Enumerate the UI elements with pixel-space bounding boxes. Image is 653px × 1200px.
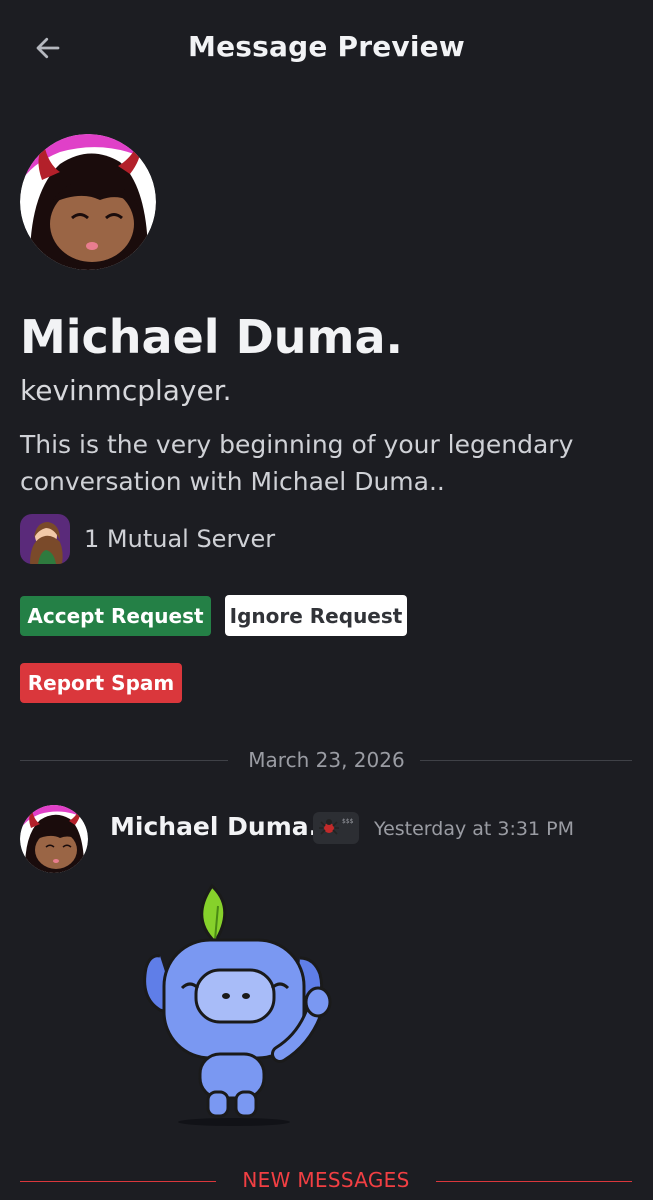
- mutual-servers-label: 1 Mutual Server: [84, 525, 276, 553]
- svg-text:$$$: $$$: [342, 818, 354, 825]
- message-author-avatar[interactable]: [20, 805, 88, 873]
- date-text: March 23, 2026: [234, 748, 419, 772]
- accept-request-button[interactable]: Accept Request: [20, 596, 211, 636]
- report-spam-button[interactable]: Report Spam: [20, 663, 182, 703]
- mutual-servers[interactable]: 1 Mutual Server: [20, 513, 275, 565]
- new-messages-divider: NEW MESSAGES: [20, 1168, 632, 1198]
- server-tag-badge[interactable]: $$$: [313, 812, 359, 844]
- username: kevinmcplayer.: [20, 374, 232, 407]
- spider-icon: $$$: [319, 818, 354, 835]
- ignore-request-button[interactable]: Ignore Request: [225, 595, 407, 636]
- wumpus-leaf-sticker-icon: [143, 883, 332, 1126]
- conversation-intro: This is the very beginning of your legen…: [20, 430, 574, 496]
- top-bar: Message Preview: [0, 0, 653, 100]
- new-messages-label: NEW MESSAGES: [242, 1168, 410, 1192]
- avatar-image: [20, 134, 156, 270]
- profile-avatar[interactable]: [20, 134, 156, 270]
- display-name: Michael Duma.: [20, 310, 403, 364]
- page-title: Message Preview: [188, 30, 465, 63]
- message-author-name[interactable]: Michael Duma.: [110, 812, 318, 841]
- wumpus-sticker[interactable]: [130, 878, 340, 1130]
- message-timestamp: Yesterday at 3:31 PM: [374, 818, 574, 840]
- date-divider-label: March 23, 2026: [0, 748, 653, 772]
- avatar-image: [20, 805, 88, 873]
- server-icon: [20, 514, 70, 564]
